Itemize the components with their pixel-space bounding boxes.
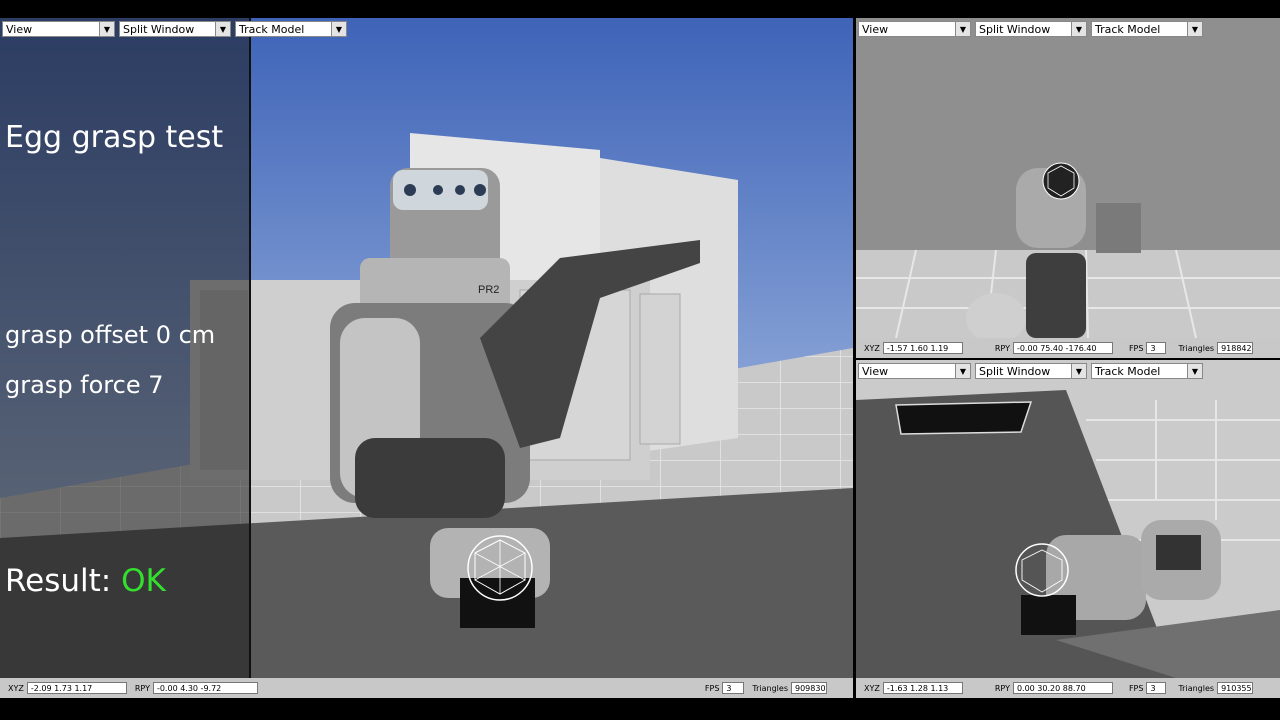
view-dropdown-label: View bbox=[862, 22, 889, 36]
triangles-label: Triangles bbox=[1178, 343, 1215, 353]
bottom-right-viewport[interactable]: View ▼ Split Window ▼ Track Model ▼ XYZ … bbox=[856, 360, 1280, 698]
rpy-label: RPY bbox=[994, 683, 1010, 693]
top-right-viewport[interactable]: View ▼ Split Window ▼ Track Model ▼ XYZ … bbox=[856, 18, 1280, 358]
xyz-field[interactable]: -1.57 1.60 1.19 bbox=[882, 342, 963, 354]
fps-label: FPS bbox=[704, 683, 720, 693]
chevron-down-icon[interactable]: ▼ bbox=[1071, 364, 1086, 378]
fps-label: FPS bbox=[1128, 683, 1144, 693]
triangles-label: Triangles bbox=[752, 683, 788, 693]
top-right-toolbar: View ▼ Split Window ▼ Track Model ▼ bbox=[856, 18, 1280, 40]
track-model-dropdown-label: Track Model bbox=[239, 22, 305, 36]
rpy-field[interactable]: -0.00 75.40 -176.40 bbox=[1012, 342, 1113, 354]
track-model-dropdown-label: Track Model bbox=[1095, 22, 1161, 36]
result-line: Result: OK bbox=[5, 563, 166, 599]
rpy-label: RPY bbox=[134, 683, 150, 693]
track-model-dropdown[interactable]: Track Model ▼ bbox=[1091, 21, 1203, 37]
track-model-dropdown-label: Track Model bbox=[1095, 364, 1161, 378]
triangles-field[interactable]: 918842 bbox=[1217, 342, 1254, 354]
split-window-dropdown-label: Split Window bbox=[979, 22, 1051, 36]
xyz-field[interactable]: -2.09 1.73 1.17 bbox=[26, 682, 127, 694]
main-viewport[interactable]: PR2 View ▼ Split Window ▼ Track Model ▼ … bbox=[0, 18, 853, 698]
chevron-down-icon[interactable]: ▼ bbox=[955, 22, 970, 36]
main-toolbar: View ▼ Split Window ▼ Track Model ▼ bbox=[0, 18, 853, 40]
chevron-down-icon[interactable]: ▼ bbox=[1187, 364, 1202, 378]
triangles-field[interactable]: 909830 bbox=[791, 682, 827, 694]
split-window-dropdown[interactable]: Split Window ▼ bbox=[975, 363, 1087, 379]
track-model-dropdown[interactable]: Track Model ▼ bbox=[235, 21, 347, 37]
view-dropdown[interactable]: View ▼ bbox=[858, 21, 971, 37]
rpy-label: RPY bbox=[994, 343, 1010, 353]
rpy-field[interactable]: 0.00 30.20 88.70 bbox=[1012, 682, 1113, 694]
split-window-dropdown[interactable]: Split Window ▼ bbox=[119, 21, 231, 37]
view-dropdown[interactable]: View ▼ bbox=[858, 363, 971, 379]
xyz-label: XYZ bbox=[864, 343, 880, 353]
bottom-right-statusbar: XYZ -1.63 1.28 1.13 RPY 0.00 30.20 88.70… bbox=[856, 678, 1280, 698]
result-label: Result: bbox=[5, 563, 112, 599]
xyz-label: XYZ bbox=[864, 683, 880, 693]
result-value: OK bbox=[121, 563, 166, 599]
fps-label: FPS bbox=[1128, 343, 1144, 353]
bottom-right-toolbar: View ▼ Split Window ▼ Track Model ▼ bbox=[856, 360, 1280, 382]
grasp-force-text: grasp force 7 bbox=[5, 371, 164, 399]
test-info-overlay: Egg grasp test grasp offset 0 cm grasp f… bbox=[0, 18, 251, 678]
main-statusbar: XYZ -2.09 1.73 1.17 RPY -0.00 4.30 -9.72… bbox=[0, 678, 853, 698]
chevron-down-icon[interactable]: ▼ bbox=[1187, 22, 1202, 36]
view-dropdown-label: View bbox=[862, 364, 889, 378]
top-right-scene[interactable] bbox=[856, 18, 1280, 358]
fps-field[interactable]: 3 bbox=[722, 682, 745, 694]
view-dropdown[interactable]: View ▼ bbox=[2, 21, 115, 37]
split-window-dropdown[interactable]: Split Window ▼ bbox=[975, 21, 1087, 37]
triangles-label: Triangles bbox=[1178, 683, 1215, 693]
bottom-right-scene[interactable] bbox=[856, 360, 1280, 698]
view-dropdown-label: View bbox=[6, 22, 33, 36]
rpy-field[interactable]: -0.00 4.30 -9.72 bbox=[152, 682, 258, 694]
split-window-dropdown-label: Split Window bbox=[979, 364, 1051, 378]
robot-label: PR2 bbox=[478, 284, 499, 296]
chevron-down-icon[interactable]: ▼ bbox=[331, 22, 346, 36]
grasp-offset-text: grasp offset 0 cm bbox=[5, 321, 216, 349]
fps-field[interactable]: 3 bbox=[1146, 682, 1167, 694]
chevron-down-icon[interactable]: ▼ bbox=[955, 364, 970, 378]
split-window-dropdown-label: Split Window bbox=[123, 22, 195, 36]
chevron-down-icon[interactable]: ▼ bbox=[1071, 22, 1086, 36]
chevron-down-icon[interactable]: ▼ bbox=[215, 22, 230, 36]
chevron-down-icon[interactable]: ▼ bbox=[99, 22, 114, 36]
fps-field[interactable]: 3 bbox=[1146, 342, 1167, 354]
triangles-field[interactable]: 910355 bbox=[1217, 682, 1254, 694]
test-title: Egg grasp test bbox=[5, 120, 224, 155]
top-right-statusbar: XYZ -1.57 1.60 1.19 RPY -0.00 75.40 -176… bbox=[856, 338, 1280, 358]
track-model-dropdown[interactable]: Track Model ▼ bbox=[1091, 363, 1203, 379]
xyz-label: XYZ bbox=[8, 683, 24, 693]
xyz-field[interactable]: -1.63 1.28 1.13 bbox=[882, 682, 963, 694]
